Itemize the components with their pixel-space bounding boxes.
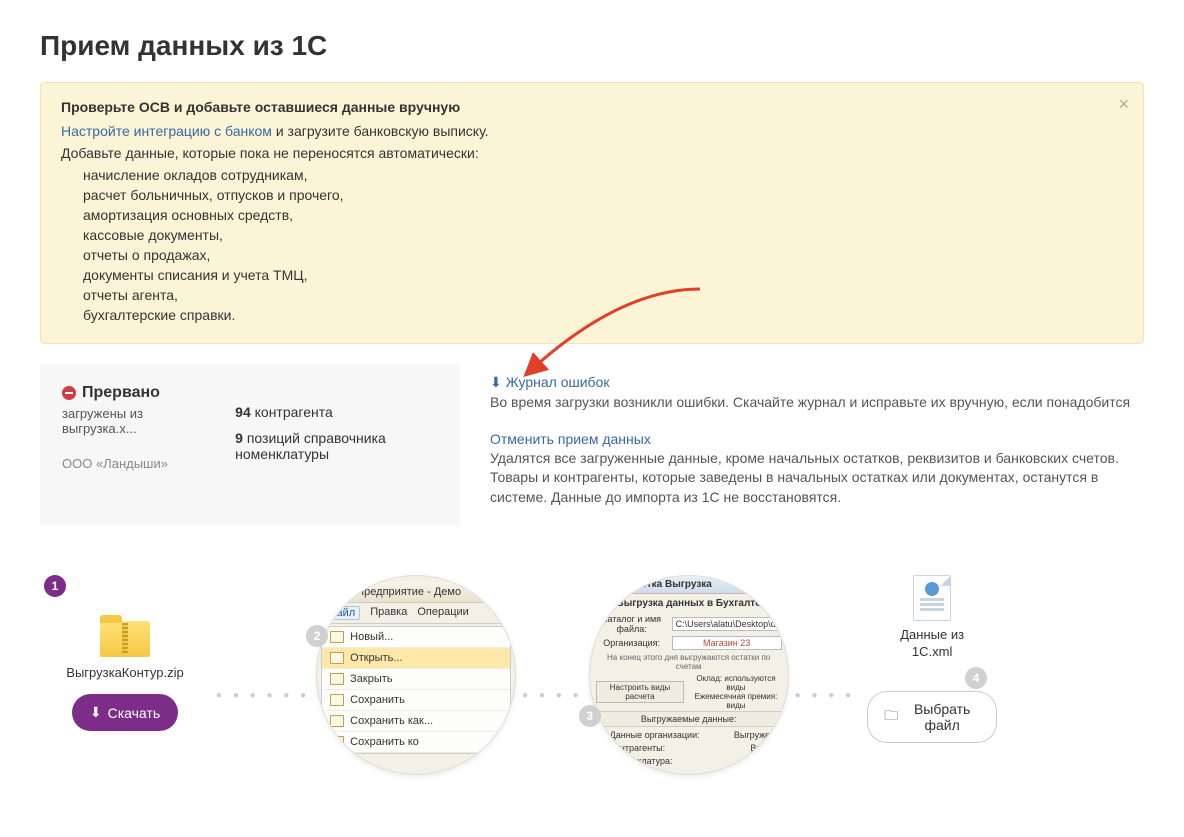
alert-item: начисление окладов сотрудникам, xyxy=(83,167,1123,183)
folder-icon: 🗀 xyxy=(884,705,898,729)
alert-line-bank: Настройте интеграцию с банком и загрузит… xyxy=(61,123,1123,139)
dots-connector: ● ● ● ● xyxy=(516,690,589,701)
menu-item-new: Новый... xyxy=(322,627,510,648)
select-file-button[interactable]: 🗀Выбрать файл xyxy=(867,691,997,743)
alert-item: отчеты агента, xyxy=(83,287,1123,303)
menu-item-open: Открыть... xyxy=(322,648,510,669)
alert-item: расчет больничных, отпусков и прочего, xyxy=(83,187,1123,203)
menu-item-savecopy: Сохранить ко xyxy=(322,732,510,753)
alert-title: Проверьте ОСВ и добавьте оставшиеся данн… xyxy=(61,99,1123,115)
zip-filename: ВыгрузкаКонтур.zip xyxy=(40,665,210,680)
download-icon: ⬇ xyxy=(490,374,502,390)
xml-label: Данные из1C.xml xyxy=(867,627,997,661)
alert-item: бухгалтерские справки. xyxy=(83,307,1123,323)
menu-edit: Правка xyxy=(370,606,407,620)
error-log-desc: Во время загрузки возникли ошибки. Скача… xyxy=(490,393,1144,413)
step-1: 1 ВыгрузкаКонтур.zip ⬇Скачать xyxy=(40,575,210,731)
step-3: 3 ▣Обработка Выгрузка Выгрузка данных в … xyxy=(589,575,789,775)
status-org: ООО «Ландыши» xyxy=(62,456,217,471)
alert-item: амортизация основных средств, xyxy=(83,207,1123,223)
download-button[interactable]: ⬇Скачать xyxy=(72,694,178,731)
status-box: Прервано загружены из выгрузка.х... ООО … xyxy=(40,364,460,525)
status-row: Прервано загружены из выгрузка.х... ООО … xyxy=(40,364,1144,525)
screenshot-1c-menu: 1c1С:Предприятие - Демо Файл Правка Опер… xyxy=(316,575,516,775)
dots-connector: ● ● ● ● xyxy=(789,690,862,701)
alert-box: × Проверьте ОСВ и добавьте оставшиеся да… xyxy=(40,82,1144,344)
download-icon: ⬇ xyxy=(90,704,102,721)
cancel-import-desc: Удалятся все загруженные данные, кроме н… xyxy=(490,449,1144,508)
close-icon[interactable]: × xyxy=(1118,95,1129,113)
alert-item: документы списания и учета ТМЦ, xyxy=(83,267,1123,283)
error-log-link[interactable]: ⬇Журнал ошибок xyxy=(490,374,609,390)
export-subtitle: Выгрузка данных в Бухгалте xyxy=(590,594,788,613)
step-badge-3: 3 xyxy=(579,705,601,727)
status-title: Прервано xyxy=(82,384,160,402)
menu-ops: Операции xyxy=(417,606,468,620)
alert-link-tail: и загрузите банковскую выписку. xyxy=(272,123,489,139)
dots-connector: ● ● ● ● ● ● xyxy=(210,690,316,701)
alert-item: кассовые документы, xyxy=(83,227,1123,243)
1c-icon: 1c xyxy=(323,586,335,598)
step-4: Данные из1C.xml 4 🗀Выбрать файл xyxy=(867,575,997,743)
screenshot-export-dialog: ▣Обработка Выгрузка Выгрузка данных в Бу… xyxy=(589,575,789,775)
steps-row: 1 ВыгрузкаКонтур.zip ⬇Скачать ● ● ● ● ● … xyxy=(40,575,1144,775)
menu-file: Файл xyxy=(323,606,360,620)
step-badge-4: 4 xyxy=(965,667,987,689)
stop-icon xyxy=(62,386,76,400)
actions-col: ⬇Журнал ошибок Во время загрузки возникл… xyxy=(460,364,1144,525)
alert-list: начисление окладов сотрудникам, расчет б… xyxy=(61,167,1123,323)
stat-contractors: 94 контрагента xyxy=(235,404,438,420)
xml-file-icon xyxy=(913,575,951,621)
cancel-import-link[interactable]: Отменить прием данных xyxy=(490,431,651,447)
alert-item: отчеты о продажах, xyxy=(83,247,1123,263)
page-title: Прием данных из 1С xyxy=(40,30,1144,62)
bank-integration-link[interactable]: Настройте интеграцию с банком xyxy=(61,123,272,139)
menu-item-saveas: Сохранить как... xyxy=(322,711,510,732)
stat-nomenclature: 9 позиций справочника номенклатуры xyxy=(235,430,438,462)
window-icon: ▣ xyxy=(596,579,605,590)
menu-item-close: Закрыть xyxy=(322,669,510,690)
step-badge-1: 1 xyxy=(44,575,66,597)
alert-line-2: Добавьте данные, которые пока не перенос… xyxy=(61,145,1123,161)
status-sub: загружены из выгрузка.х... xyxy=(62,406,217,436)
zip-folder-icon xyxy=(100,615,150,657)
menu-item-save: Сохранить xyxy=(322,690,510,711)
step-2: 2 1c1С:Предприятие - Демо Файл Правка Оп… xyxy=(316,575,516,775)
